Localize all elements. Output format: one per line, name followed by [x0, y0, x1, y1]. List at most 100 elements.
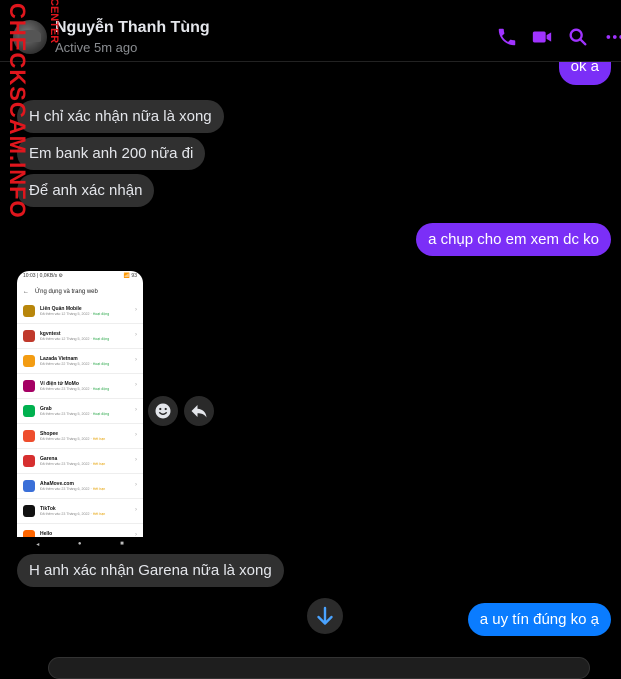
reply-button[interactable] — [184, 396, 214, 426]
chevron-right-icon: › — [135, 307, 137, 313]
app-list-item: HelloĐã thêm vào 23 Tháng 6, 2022 · Hết … — [17, 524, 143, 537]
arrow-down-icon — [317, 606, 333, 625]
nav-recent-icon: ■ — [120, 541, 124, 547]
app-detail: Đã thêm vào 22 Tháng 5, 2022 · Hoạt động — [40, 362, 109, 367]
chevron-right-icon: › — [135, 507, 137, 513]
app-info: Grab Đã thêm vào 23 Tháng 5, 2022 · Hoạt … — [40, 406, 109, 417]
nav-back-icon: ◂ — [36, 541, 40, 548]
app-detail: Đã thêm vào 23 Tháng 6, 2022 · Hết hạn — [40, 487, 105, 492]
app-list-item: Garena Đã thêm vào 23 Tháng 6, 2022 · Hết… — [17, 449, 143, 474]
app-info: Shopee Đã thêm vào 22 Tháng 5, 2022 · Hết… — [40, 431, 105, 442]
app-list-item: AhaMove.com Đã thêm vào 23 Tháng 6, 2022 … — [17, 474, 143, 499]
app-list-item: Shopee Đã thêm vào 22 Tháng 5, 2022 · Hết… — [17, 424, 143, 449]
app-info: AhaMove.com Đã thêm vào 23 Tháng 6, 2022 … — [40, 481, 105, 492]
app-detail: Đã thêm vào 23 Tháng 5, 2022 · Hoạt động — [40, 412, 109, 417]
phone-icon[interactable] — [496, 26, 518, 48]
app-detail: Đã thêm vào 23 Tháng 6, 2022 · Hết hạn — [40, 462, 105, 467]
app-added-date: Đã thêm vào 23 Tháng 5, 2022 · — [40, 411, 93, 416]
app-state: Hết hạn — [92, 486, 106, 491]
message-incoming[interactable]: H chỉ xác nhận nữa là xong — [17, 100, 224, 133]
app-detail: Đã thêm vào 23 Tháng 6, 2022 · Hết hạn — [40, 512, 105, 517]
app-info: Garena Đã thêm vào 23 Tháng 6, 2022 · Hết… — [40, 456, 105, 467]
message-outgoing[interactable]: a uy tín đúng ko ạ — [467, 603, 611, 636]
app-state: Hết hạn — [92, 461, 106, 466]
app-icon — [23, 530, 35, 537]
message-outgoing[interactable]: a chụp cho em xem dc ko — [416, 223, 611, 256]
contact-name[interactable]: Nguyễn Thanh Tùng — [55, 19, 210, 37]
search-icon[interactable] — [567, 26, 589, 48]
app-info: Lazada Vietnam Đã thêm vào 22 Tháng 5, 20… — [40, 356, 109, 367]
app-state: Hoạt động — [92, 386, 110, 391]
app-state: Hoạt động — [92, 311, 110, 316]
app-icon — [23, 480, 35, 492]
phone-status-right: 📶 93 — [123, 273, 137, 279]
app-list-item: Liên Quân Mobile Đã thêm vào 12 Tháng 5, … — [17, 299, 143, 324]
video-call-icon[interactable] — [530, 26, 554, 48]
app-info: Liên Quân Mobile Đã thêm vào 12 Tháng 5, … — [40, 306, 109, 317]
phone-status-bar: 10:03 | 0,0KB/s ⚙ 📶 93 — [17, 271, 143, 285]
app-list-item: Lazada Vietnam Đã thêm vào 22 Tháng 5, 20… — [17, 349, 143, 374]
app-added-date: Đã thêm vào 12 Tháng 5, 2022 · — [40, 336, 93, 341]
chat-header: Nguyễn Thanh Tùng Active 5m ago — [0, 0, 621, 62]
phone-title-text: Ứng dụng và trang web — [35, 289, 98, 295]
message-incoming[interactable]: Để anh xác nhận — [17, 174, 155, 207]
app-state: Hoạt động — [92, 336, 110, 341]
app-icon — [23, 430, 35, 442]
app-icon — [23, 455, 35, 467]
app-info: kgvntest Đã thêm vào 12 Tháng 5, 2022 · H… — [40, 331, 109, 342]
chevron-right-icon: › — [135, 332, 137, 338]
emoji-reaction-button[interactable] — [148, 396, 178, 426]
app-list-item: Grab Đã thêm vào 23 Tháng 5, 2022 · Hoạt … — [17, 399, 143, 424]
app-added-date: Đã thêm vào 23 Tháng 6, 2022 · — [40, 511, 93, 516]
nav-home-icon: ● — [77, 541, 82, 547]
phone-nav-bar: ◂ ● ■ — [17, 537, 143, 551]
app-added-date: Đã thêm vào 12 Tháng 5, 2022 · — [40, 311, 93, 316]
app-state: Hoạt động — [92, 361, 110, 366]
chevron-right-icon: › — [135, 432, 137, 438]
watermark-text: CHECKSCAM.INFO — [5, 3, 30, 219]
app-icon — [23, 330, 35, 342]
app-icon — [23, 405, 35, 417]
reply-icon — [191, 405, 207, 418]
more-options-icon[interactable] — [604, 26, 621, 48]
app-detail: Đã thêm vào 22 Tháng 5, 2022 · Hết hạn — [40, 437, 105, 442]
app-state: Hết hạn — [92, 436, 106, 441]
message-incoming[interactable]: H anh xác nhận Garena nữa là xong — [17, 554, 284, 587]
app-detail: Đã thêm vào 12 Tháng 5, 2022 · Hoạt động — [40, 337, 109, 342]
app-added-date: Đã thêm vào 23 Tháng 6, 2022 · — [40, 461, 93, 466]
back-arrow-icon: ← — [23, 289, 29, 295]
emoji-reaction-icon — [155, 403, 171, 419]
app-info: TikTok Đã thêm vào 23 Tháng 6, 2022 · Hết… — [40, 506, 105, 517]
chevron-right-icon: › — [135, 482, 137, 488]
chevron-right-icon: › — [135, 457, 137, 463]
app-added-date: Đã thêm vào 22 Tháng 5, 2022 · — [40, 436, 93, 441]
app-state: Hoạt động — [92, 411, 110, 416]
app-icon — [23, 380, 35, 392]
app-info: Ví điện tử MoMo Đã thêm vào 23 Tháng 5, 2… — [40, 381, 109, 392]
scroll-to-bottom-button[interactable] — [307, 598, 343, 634]
app-icon — [23, 305, 35, 317]
app-list-item: Ví điện tử MoMo Đã thêm vào 23 Tháng 5, 2… — [17, 374, 143, 399]
app-detail: Đã thêm vào 12 Tháng 5, 2022 · Hoạt động — [40, 312, 109, 317]
phone-status-time: 10:03 | 0,0KB/s ⚙ — [23, 273, 63, 279]
watermark-subtext: CENTER — [48, 0, 60, 44]
chevron-right-icon: › — [135, 382, 137, 388]
app-icon — [23, 505, 35, 517]
app-added-date: Đã thêm vào 23 Tháng 5, 2022 · — [40, 386, 93, 391]
active-status: Active 5m ago — [55, 40, 138, 55]
chevron-right-icon: › — [135, 357, 137, 363]
chevron-right-icon: › — [135, 407, 137, 413]
app-list-item: kgvntest Đã thêm vào 12 Tháng 5, 2022 · H… — [17, 324, 143, 349]
app-added-date: Đã thêm vào 22 Tháng 5, 2022 · — [40, 361, 93, 366]
app-state: Hết hạn — [92, 511, 106, 516]
app-detail: Đã thêm vào 23 Tháng 5, 2022 · Hoạt động — [40, 387, 109, 392]
message-incoming[interactable]: Em bank anh 200 nữa đi — [17, 137, 206, 170]
message-composer[interactable] — [48, 657, 590, 679]
app-icon — [23, 355, 35, 367]
app-list-item: TikTok Đã thêm vào 23 Tháng 6, 2022 · Hết… — [17, 499, 143, 524]
phone-page-title: ← Ứng dụng và trang web — [17, 285, 143, 299]
app-added-date: Đã thêm vào 23 Tháng 6, 2022 · — [40, 486, 93, 491]
app-list: Liên Quân Mobile Đã thêm vào 12 Tháng 5, … — [17, 299, 143, 537]
shared-image-attachment[interactable]: 10:03 | 0,0KB/s ⚙ 📶 93 ← Ứng dụng và tra… — [17, 271, 143, 537]
watermark: CHECKSCAM.INFO CENTER — [5, 0, 60, 219]
